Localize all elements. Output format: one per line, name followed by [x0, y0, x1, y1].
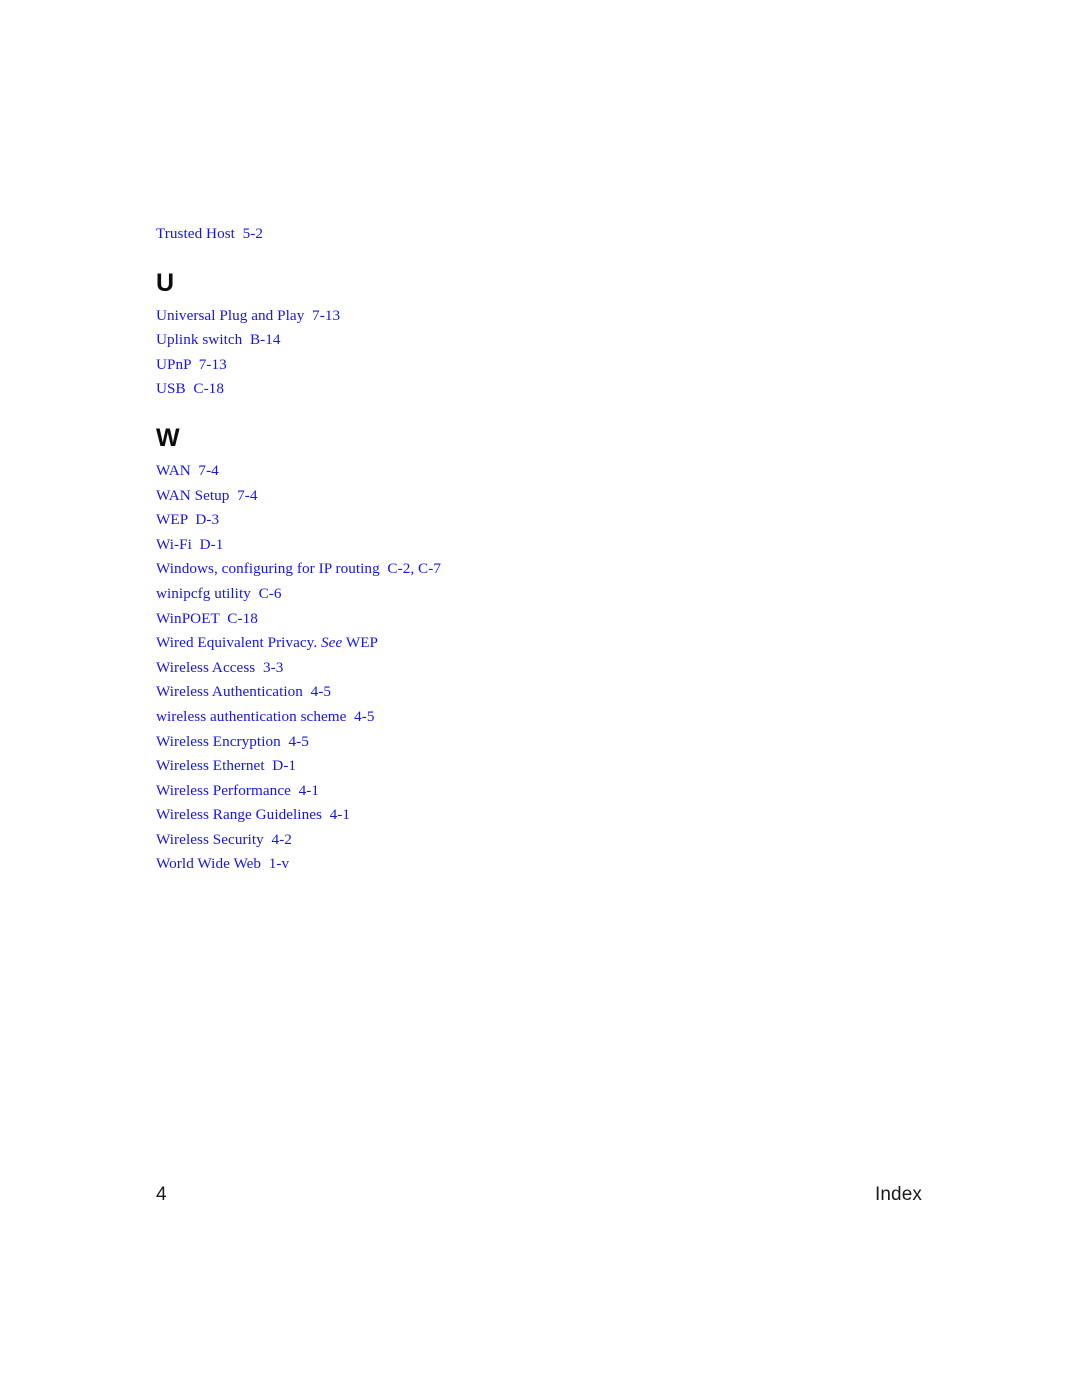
index-entry-w[interactable]: Wireless Authentication 4-5 [156, 680, 916, 705]
index-entry-w[interactable]: Wired Equivalent Privacy. See WEP [156, 631, 916, 656]
index-entry-u[interactable]: Universal Plug and Play 7-13 [156, 304, 916, 329]
index-section-heading-w: W [156, 423, 180, 452]
index-entry-w[interactable]: Wi-Fi D-1 [156, 533, 916, 558]
index-entry-w[interactable]: Wireless Performance 4-1 [156, 779, 916, 804]
index-entry-leading[interactable]: Trusted Host 5-2 [156, 222, 916, 247]
index-entry-w[interactable]: World Wide Web 1-v [156, 852, 916, 877]
index-entry-u[interactable]: Uplink switch B-14 [156, 328, 916, 353]
index-entry-u[interactable]: UPnP 7-13 [156, 353, 916, 378]
index-entry-w[interactable]: WAN 7-4 [156, 459, 916, 484]
index-content-column: Trusted Host 5-2 U Universal Plug and Play… [156, 222, 916, 877]
index-entry-w[interactable]: Wireless Ethernet D-1 [156, 754, 916, 779]
section-heading-spacer [156, 296, 916, 304]
index-entry-w[interactable]: winipcfg utility C-6 [156, 582, 916, 607]
footer-page-number: 4 [156, 1184, 167, 1205]
index-entry-w[interactable]: Windows, configuring for IP routing C-2,… [156, 557, 916, 582]
index-entry-w[interactable]: WinPOET C-18 [156, 607, 916, 632]
index-entry-w[interactable]: Wireless Encryption 4-5 [156, 730, 916, 755]
index-entry-w[interactable]: WAN Setup 7-4 [156, 484, 916, 509]
index-entry-text: Wired Equivalent Privacy. [156, 634, 322, 652]
index-entry-w[interactable]: Wireless Security 4-2 [156, 828, 916, 853]
section-heading-spacer [156, 451, 916, 459]
index-entry-w[interactable]: wireless authentication scheme 4-5 [156, 705, 916, 730]
index-entry-see-reference: See [321, 634, 343, 652]
index-entry-w[interactable]: Wireless Access 3-3 [156, 656, 916, 681]
footer-section-label: Index [875, 1184, 922, 1205]
document-page: Trusted Host 5-2 U Universal Plug and Play… [0, 0, 1080, 1397]
index-entry-target: WEP [342, 634, 379, 652]
page-footer: 4 Index [156, 1182, 922, 1208]
index-section-heading-u: U [156, 268, 174, 297]
index-entry-w[interactable]: WEP D-3 [156, 508, 916, 533]
index-entry-w[interactable]: Wireless Range Guidelines 4-1 [156, 803, 916, 828]
index-entry-u[interactable]: USB C-18 [156, 377, 916, 402]
